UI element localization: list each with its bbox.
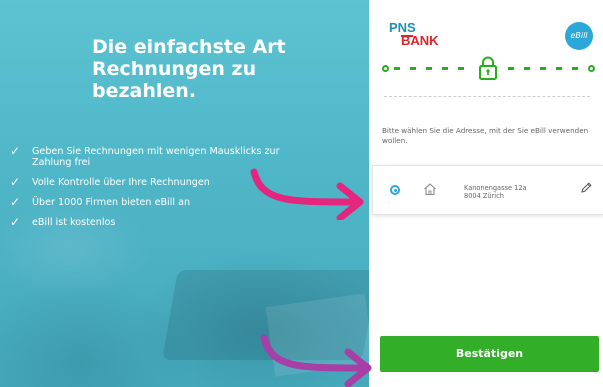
address-prompt: Bitte wählen Sie die Adresse, mit der Si… xyxy=(382,126,589,145)
ebill-registration-panel: PNS BANK eBill Bitte wählen Sie die Adre… xyxy=(369,0,603,387)
address-radio-selected[interactable] xyxy=(390,185,400,195)
progress-dash xyxy=(556,67,562,70)
hero-headline-line-3: bezahlen. xyxy=(92,80,197,102)
progress-dash xyxy=(572,67,578,70)
address-street: Kanonengasse 12a xyxy=(464,184,527,192)
section-divider xyxy=(384,96,590,97)
address-text: Kanonengasse 12a 8004 Zürich xyxy=(464,184,527,200)
progress-indicator xyxy=(382,56,600,80)
pencil-edit-icon[interactable] xyxy=(579,181,593,195)
progress-dash xyxy=(540,67,546,70)
progress-dash xyxy=(524,67,530,70)
checkmark-icon: ✓ xyxy=(10,215,21,229)
pns-bank-logo: PNS BANK xyxy=(389,21,439,47)
progress-dash xyxy=(458,67,464,70)
feature-text: Über 1000 Firmen bieten eBill an xyxy=(32,197,191,208)
progress-end-dot xyxy=(588,65,595,72)
purple-pointer-arrow-icon xyxy=(260,334,372,387)
address-city: 8004 Zürich xyxy=(464,192,504,200)
progress-dash xyxy=(426,67,432,70)
home-icon xyxy=(424,183,436,196)
ebill-badge: eBill xyxy=(565,22,593,50)
hero-headline: Die einfachste Art Rechnungen zu bezahle… xyxy=(92,36,352,102)
hero-headline-line-2: Rechnungen zu xyxy=(92,58,257,80)
hero-headline-line-1: Die einfachste Art xyxy=(92,36,286,58)
progress-dash xyxy=(394,67,400,70)
progress-start-dot xyxy=(382,65,389,72)
progress-dash xyxy=(508,67,514,70)
checkmark-icon: ✓ xyxy=(10,175,21,189)
logo-accent-bar xyxy=(401,35,413,37)
checkmark-icon: ✓ xyxy=(10,144,21,158)
address-option[interactable]: Kanonengasse 12a 8004 Zürich xyxy=(372,165,603,215)
progress-dash xyxy=(442,67,448,70)
feature-text: Volle Kontrolle über Ihre Rechnungen xyxy=(32,177,210,188)
lock-icon xyxy=(479,56,497,80)
feature-text: eBill ist kostenlos xyxy=(32,217,116,228)
checkmark-icon: ✓ xyxy=(10,195,21,209)
progress-dash xyxy=(410,67,416,70)
confirm-button[interactable]: Bestätigen xyxy=(380,336,599,372)
pink-pointer-arrow-icon xyxy=(250,168,364,220)
feature-text: Geben Sie Rechnungen mit wenigen Mauskli… xyxy=(32,146,280,168)
